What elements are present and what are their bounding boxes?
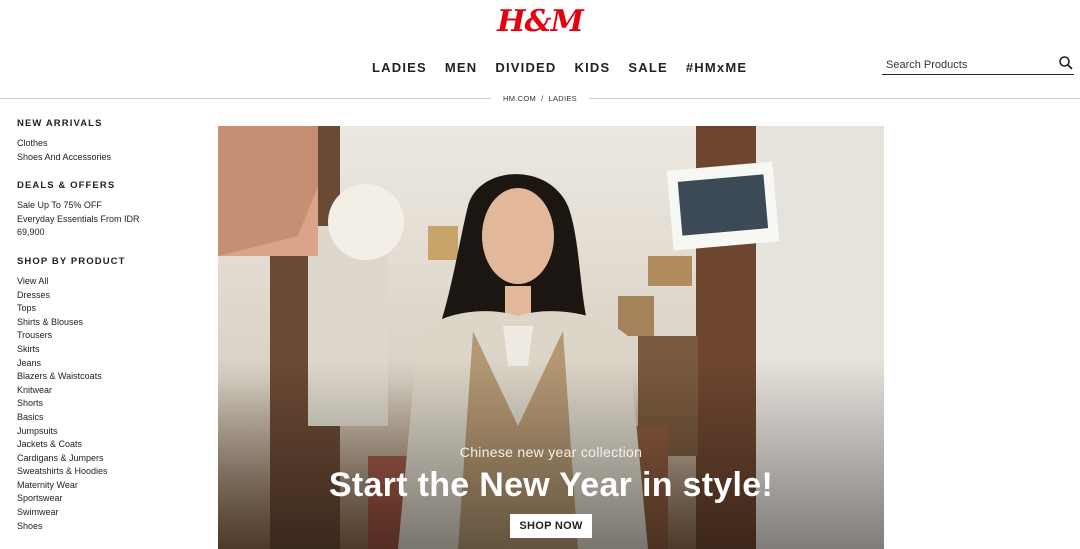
hero-title: Start the New Year in style! [328, 466, 774, 504]
breadcrumb-separator: / [541, 94, 544, 103]
sidebar-heading-shop-by-product: SHOP BY PRODUCT [17, 255, 126, 267]
nav-item-divided[interactable]: DIVIDED [495, 60, 556, 75]
main-nav: LADIES MEN DIVIDED KIDS SALE #HMxME [372, 60, 747, 75]
nav-item-kids[interactable]: KIDS [575, 60, 611, 75]
sidebar-item-shorts[interactable]: Shorts [17, 397, 207, 411]
sidebar-heading-new-arrivals: NEW ARRIVALS [17, 118, 103, 129]
nav-item-hmxme[interactable]: #HMxME [686, 60, 747, 75]
sidebar-item-sale[interactable]: Sale Up To 75% OFF [17, 199, 207, 213]
sidebar-item-skirts[interactable]: Skirts [17, 343, 207, 357]
hero-subtitle: Chinese new year collection [459, 444, 643, 460]
sidebar-item-sportswear[interactable]: Sportswear [17, 492, 207, 506]
sidebar-item-trousers[interactable]: Trousers [17, 329, 207, 343]
sidebar-deals: DEALS & OFFERS Sale Up To 75% OFF Everyd… [17, 180, 207, 240]
sidebar-item-shirts-blouses[interactable]: Shirts & Blouses [17, 316, 207, 330]
sidebar-item-everyday-essentials[interactable]: Everyday Essentials From IDR [17, 213, 207, 227]
sidebar-item-maternity-wear[interactable]: Maternity Wear [17, 479, 207, 493]
sidebar-item-jeans[interactable]: Jeans [17, 357, 207, 371]
sidebar-item-jackets-coats[interactable]: Jackets & Coats [17, 438, 207, 452]
nav-item-men[interactable]: MEN [445, 60, 478, 75]
sidebar-item-knitwear[interactable]: Knitwear [17, 384, 207, 398]
sidebar-heading-deals: DEALS & OFFERS [17, 180, 116, 192]
sidebar-item-view-all[interactable]: View All [17, 275, 207, 289]
sidebar-item-blazers-waistcoats[interactable]: Blazers & Waistcoats [17, 370, 207, 384]
nav-item-sale[interactable]: SALE [628, 60, 667, 75]
sidebar-item-shoes[interactable]: Shoes [17, 520, 207, 534]
breadcrumb-current[interactable]: LADIES [548, 94, 576, 103]
breadcrumb: HM.COM / LADIES [0, 94, 1080, 103]
hero-banner[interactable]: Chinese new year collection Start the Ne… [218, 126, 884, 549]
sidebar-item-dresses[interactable]: Dresses [17, 289, 207, 303]
sidebar-item-clothes[interactable]: Clothes [17, 137, 207, 151]
sidebar: NEW ARRIVALS Clothes Shoes And Accessori… [17, 118, 207, 549]
sidebar-item-sweatshirts-hoodies[interactable]: Sweatshirts & Hoodies [17, 465, 207, 479]
search-icon[interactable] [1058, 55, 1074, 71]
hm-logo[interactable]: H&M [0, 4, 1080, 39]
sidebar-item-cardigans-jumpers[interactable]: Cardigans & Jumpers [17, 452, 207, 466]
breadcrumb-home[interactable]: HM.COM [503, 94, 536, 103]
sidebar-new-arrivals: NEW ARRIVALS Clothes Shoes And Accessori… [17, 118, 207, 164]
search-input[interactable] [882, 56, 1052, 74]
sidebar-item-swimwear[interactable]: Swimwear [17, 506, 207, 520]
sidebar-item-basics[interactable]: Basics [17, 411, 207, 425]
sidebar-item-shoes-accessories[interactable]: Shoes And Accessories [17, 151, 207, 165]
nav-item-ladies[interactable]: LADIES [372, 60, 427, 75]
shop-now-button[interactable]: SHOP NOW [510, 514, 592, 538]
sidebar-item-tops[interactable]: Tops [17, 302, 207, 316]
search-bar [882, 55, 1074, 75]
sidebar-item-jumpsuits[interactable]: Jumpsuits [17, 425, 207, 439]
sidebar-shop-by-product: SHOP BY PRODUCT View All Dresses Tops Sh… [17, 256, 207, 533]
sidebar-item-everyday-essentials-price[interactable]: 69,900 [17, 226, 207, 240]
